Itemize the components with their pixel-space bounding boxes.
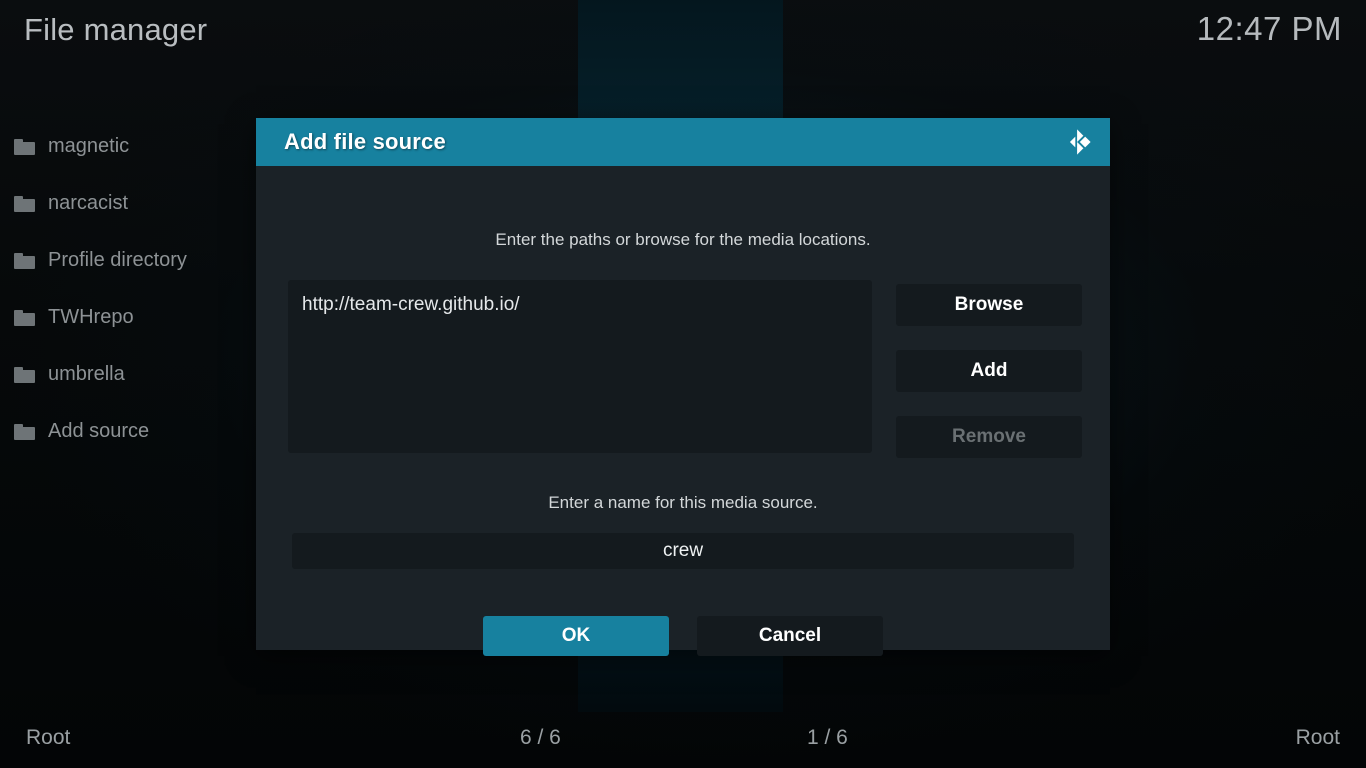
paths-hint-label: Enter the paths or browse for the media …	[495, 230, 871, 249]
list-item[interactable]: umbrella	[0, 346, 260, 403]
paths-list[interactable]: http://team-crew.github.io/	[288, 280, 872, 453]
file-manager-screen: File manager 12:47 PM magnetic narcacist…	[0, 0, 1366, 768]
kodi-logo-icon	[1069, 129, 1091, 155]
page-title: File manager	[24, 12, 208, 47]
list-item-label: umbrella	[48, 363, 125, 385]
paths-side-buttons: Browse Add Remove	[896, 284, 1082, 482]
footer-left-path: Root	[26, 726, 71, 749]
list-item[interactable]: narcacist	[0, 175, 260, 232]
add-file-source-dialog: Add file source Enter the paths or brows…	[256, 118, 1110, 656]
list-item[interactable]: magnetic	[0, 118, 260, 175]
footer-right-path: Root	[1295, 726, 1340, 749]
footer-right-count: 1 / 6	[807, 726, 848, 749]
folder-icon	[14, 195, 35, 212]
folder-icon	[14, 366, 35, 383]
list-item-label: Add source	[48, 420, 150, 442]
cancel-button[interactable]: Cancel	[697, 616, 883, 656]
list-item-label: magnetic	[48, 135, 130, 157]
browse-button[interactable]: Browse	[896, 284, 1082, 326]
dialog-title: Add file source	[284, 129, 446, 154]
dialog-body: Enter the paths or browse for the media …	[256, 166, 1110, 656]
list-item-add-source[interactable]: Add source	[0, 403, 260, 460]
source-name-input[interactable]: crew	[292, 533, 1074, 569]
top-bar: File manager 12:47 PM	[0, 0, 1366, 74]
add-button[interactable]: Add	[896, 350, 1082, 392]
footer-left-count: 6 / 6	[520, 726, 561, 749]
folder-icon	[14, 423, 35, 440]
clock-label: 12:47 PM	[1196, 10, 1342, 47]
folder-icon	[14, 138, 35, 155]
folder-icon	[14, 309, 35, 326]
ok-button[interactable]: OK	[483, 616, 669, 656]
list-item[interactable]: Profile directory	[0, 232, 260, 289]
folder-icon	[14, 252, 35, 269]
list-item-label: Profile directory	[48, 249, 187, 271]
dialog-action-row: OK Cancel	[256, 616, 1110, 656]
dialog-header: Add file source	[256, 118, 1110, 166]
remove-button: Remove	[896, 416, 1082, 458]
list-item-label: narcacist	[48, 192, 129, 214]
name-hint-label: Enter a name for this media source.	[548, 493, 818, 512]
list-item-label: TWHrepo	[48, 306, 134, 328]
list-item[interactable]: TWHrepo	[0, 289, 260, 346]
file-list-left-pane: magnetic narcacist Profile directory TWH…	[0, 118, 260, 460]
footer-bar: Root 6 / 6 1 / 6 Root	[0, 712, 1366, 768]
path-entry[interactable]: http://team-crew.github.io/	[302, 290, 858, 320]
